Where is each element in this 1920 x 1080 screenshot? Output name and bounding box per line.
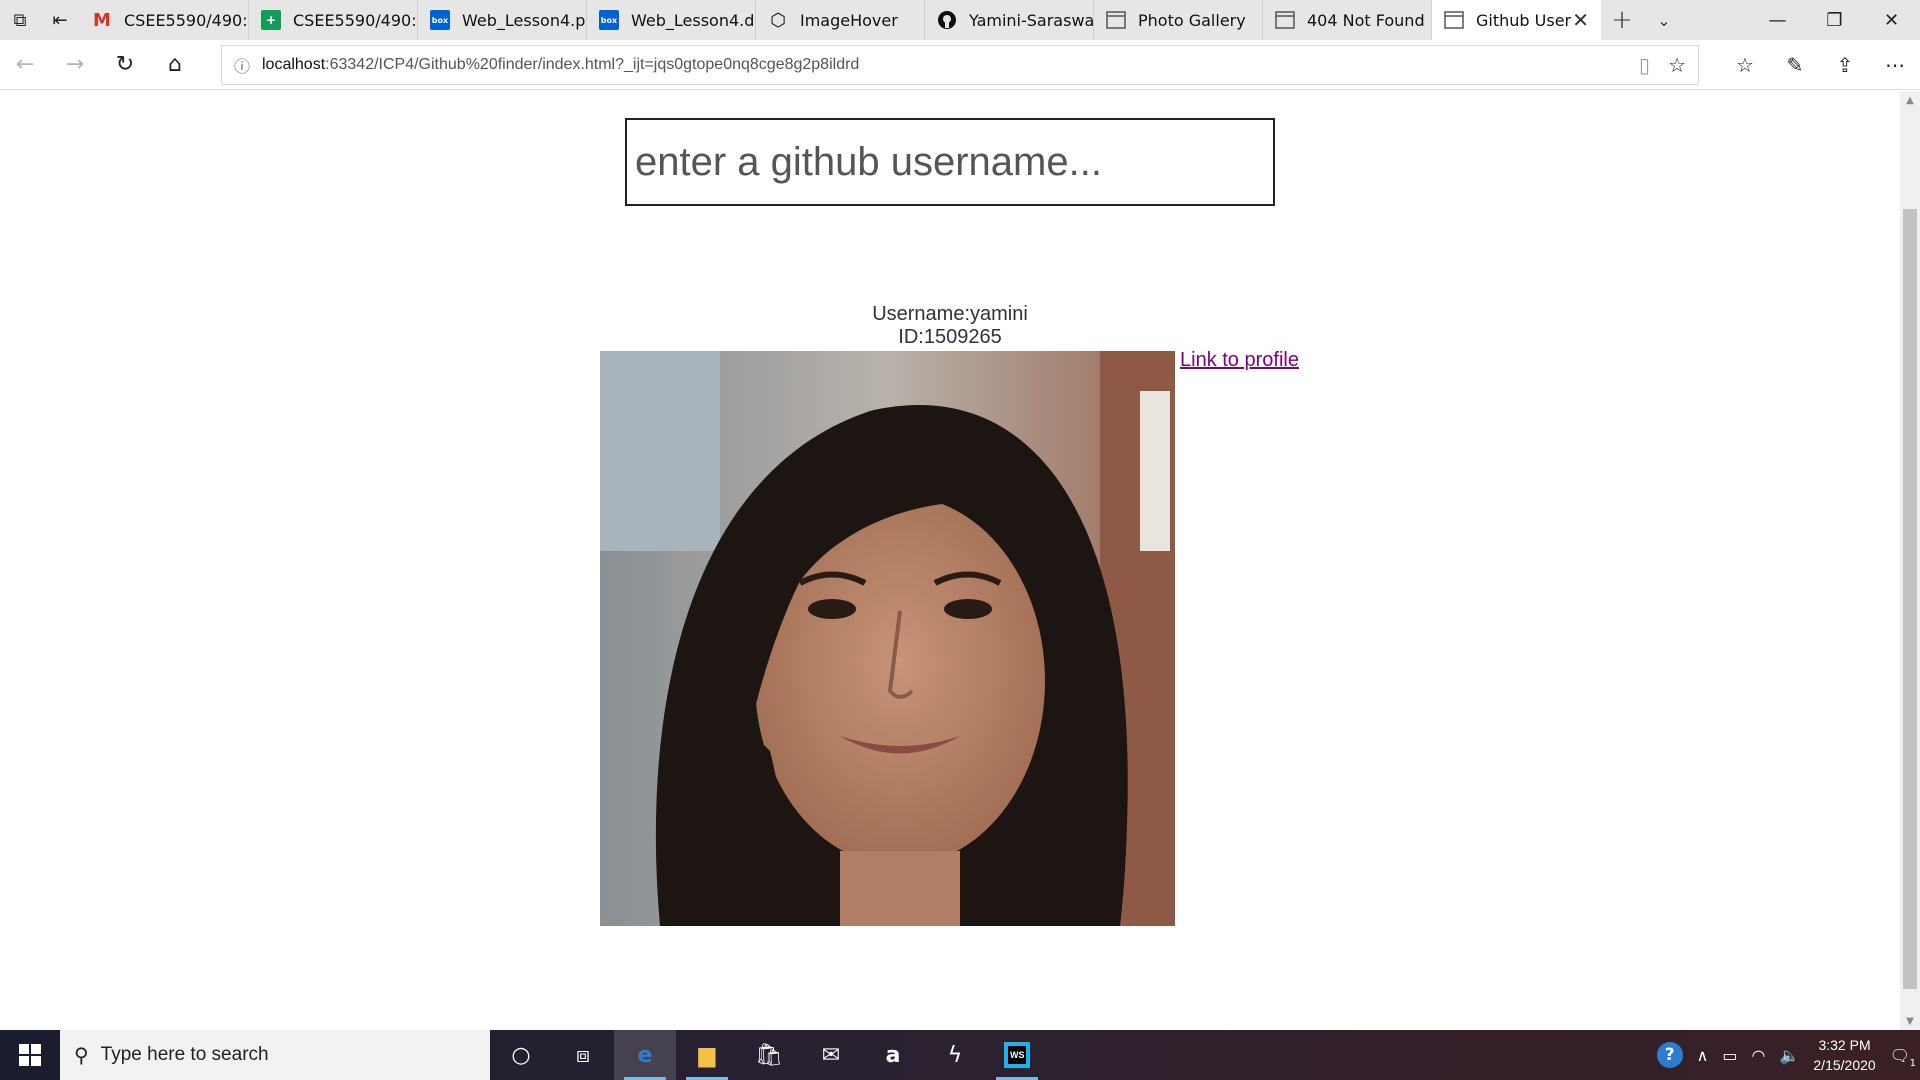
gmail-icon: M <box>93 9 111 31</box>
close-window-icon[interactable]: ✕ <box>1863 0 1920 40</box>
wifi-icon[interactable]: ◠ <box>1752 1046 1766 1065</box>
restore-icon[interactable]: ❐ <box>1806 0 1863 40</box>
taskbar-search-placeholder: Type here to search <box>100 1044 269 1065</box>
tab-photo-gallery[interactable]: Photo Gallery <box>1094 0 1263 40</box>
browser-toolbar: ☆ ✎ ⇪ ⋯ <box>1720 40 1920 90</box>
profile-link[interactable]: Link to profile <box>1180 349 1299 372</box>
action-center-icon[interactable]: 🗨 1 <box>1890 1046 1916 1069</box>
browser-tab-bar: ⧉ ⇤ M CSEE5590/490: \ + CSEE5590/490: \ … <box>0 0 1920 40</box>
url-path: :63342/ICP4/Github%20finder/index.html?_… <box>325 56 860 73</box>
tab-gmail[interactable]: M CSEE5590/490: \ <box>80 0 249 40</box>
reading-view-icon[interactable]: ▯ <box>1639 53 1650 77</box>
tab-label: Photo Gallery <box>1138 10 1246 30</box>
taskbar-search-box[interactable]: ⚲ Type here to search <box>60 1030 490 1080</box>
clock-date: 2/15/2020 <box>1813 1057 1876 1073</box>
bolt-app-icon[interactable]: ϟ <box>924 1030 986 1080</box>
tab-web-lesson4-doc[interactable]: box Web_Lesson4.dc <box>587 0 756 40</box>
tab-sheets[interactable]: + CSEE5590/490: \ <box>249 0 418 40</box>
forward-icon[interactable]: → <box>50 40 100 90</box>
search-icon: ⚲ <box>74 1044 89 1067</box>
page-icon <box>1444 10 1464 30</box>
tab-label: Yamini-Saraswat <box>969 10 1093 30</box>
windows-taskbar: ⚲ Type here to search ○ ⧈ e ▆ 🛍 ✉ a ϟ WS… <box>0 1030 1920 1080</box>
windows-start-icon[interactable] <box>0 1030 60 1080</box>
home-icon[interactable]: ⌂ <box>150 40 200 90</box>
help-icon[interactable]: ? <box>1656 1042 1683 1068</box>
tab-actions-icon[interactable]: ⧉ <box>0 0 40 40</box>
tab-web-lesson4-ppt[interactable]: box Web_Lesson4.pp <box>418 0 587 40</box>
scrollbar-thumb[interactable] <box>1903 209 1917 989</box>
volume-muted-icon[interactable]: 🔈 <box>1779 1046 1799 1065</box>
url-host: localhost <box>262 56 326 73</box>
user-info: Username:yamini ID:1509265 <box>0 303 1900 349</box>
tab-github-user[interactable]: Github User ✕ <box>1432 0 1601 40</box>
scroll-up-icon[interactable]: ▲ <box>1900 91 1920 109</box>
system-tray: ? ∧ ▭ ◠ 🔈 3:32 PM 2/15/2020 🗨 1 <box>1656 1035 1920 1075</box>
chevron-down-icon[interactable]: ⌄ <box>1643 0 1685 40</box>
window-controls: — ❐ ✕ <box>1749 0 1920 40</box>
username-text: Username:yamini <box>872 303 1028 325</box>
battery-icon[interactable]: ▭ <box>1722 1046 1737 1065</box>
notification-count: 1 <box>1909 1057 1916 1069</box>
file-explorer-icon[interactable]: ▆ <box>676 1030 738 1080</box>
box-icon: box <box>599 10 619 30</box>
minimize-icon[interactable]: — <box>1749 0 1806 40</box>
page-viewport: Username:yamini ID:1509265 <box>0 91 1900 1030</box>
mail-icon[interactable]: ✉ <box>800 1030 862 1080</box>
new-tab-icon[interactable]: + <box>1601 0 1643 40</box>
share-icon[interactable]: ⇪ <box>1820 40 1870 90</box>
store-icon[interactable]: 🛍 <box>738 1030 800 1080</box>
scroll-down-icon[interactable]: ▼ <box>1900 1012 1920 1030</box>
svg-text:WS: WS <box>1010 1050 1025 1060</box>
page-scrollbar[interactable]: ▲ ▼ <box>1900 91 1920 1030</box>
tab-404-not-found[interactable]: 404 Not Found <box>1263 0 1432 40</box>
amazon-icon[interactable]: a <box>862 1030 924 1080</box>
browser-nav-bar: ← → ↻ ⌂ ⓘ localhost:63342/ICP4/Github%20… <box>0 40 1920 90</box>
clock[interactable]: 3:32 PM 2/15/2020 <box>1813 1035 1875 1075</box>
address-bar[interactable]: ⓘ localhost:63342/ICP4/Github%20finder/i… <box>221 45 1699 85</box>
refresh-icon[interactable]: ↻ <box>100 40 150 90</box>
codepen-icon: ⬡ <box>770 9 786 31</box>
tab-label: Web_Lesson4.dc <box>631 10 755 30</box>
tab-label: Github User <box>1476 10 1572 30</box>
username-search-input[interactable] <box>625 118 1275 206</box>
favorites-icon[interactable]: ☆ <box>1720 40 1770 90</box>
task-view-icon[interactable]: ⧈ <box>552 1030 614 1080</box>
pen-icon[interactable]: ✎ <box>1770 40 1820 90</box>
clock-time: 3:32 PM <box>1818 1037 1871 1053</box>
user-avatar <box>600 351 1175 926</box>
set-tabs-aside-icon[interactable]: ⇤ <box>40 0 80 40</box>
box-icon: box <box>430 10 450 30</box>
tab-label: 404 Not Found <box>1307 10 1425 30</box>
favorite-star-icon[interactable]: ☆ <box>1668 53 1686 77</box>
tab-label: CSEE5590/490: \ <box>124 10 248 30</box>
tab-label: ImageHover <box>800 10 898 30</box>
user-id-text: ID:1509265 <box>898 326 1002 348</box>
edge-icon[interactable]: e <box>614 1030 676 1080</box>
tab-label: CSEE5590/490: \ <box>293 10 417 30</box>
tab-imagehover[interactable]: ⬡ ImageHover <box>756 0 925 40</box>
tab-github-profile[interactable]: Yamini-Saraswat <box>925 0 1094 40</box>
cortana-icon[interactable]: ○ <box>490 1030 552 1080</box>
github-icon <box>937 10 957 30</box>
sheets-icon: + <box>261 10 281 30</box>
page-icon <box>1275 10 1295 30</box>
info-icon[interactable]: ⓘ <box>222 53 262 77</box>
more-icon[interactable]: ⋯ <box>1870 40 1920 90</box>
tab-label: Web_Lesson4.pp <box>462 10 586 30</box>
back-icon[interactable]: ← <box>0 40 50 90</box>
url-text: localhost:63342/ICP4/Github%20finder/ind… <box>262 56 859 74</box>
page-icon <box>1106 10 1126 30</box>
chevron-up-icon[interactable]: ∧ <box>1697 1046 1709 1065</box>
webstorm-icon[interactable]: WS <box>986 1030 1048 1080</box>
close-tab-icon[interactable]: ✕ <box>1572 8 1589 32</box>
